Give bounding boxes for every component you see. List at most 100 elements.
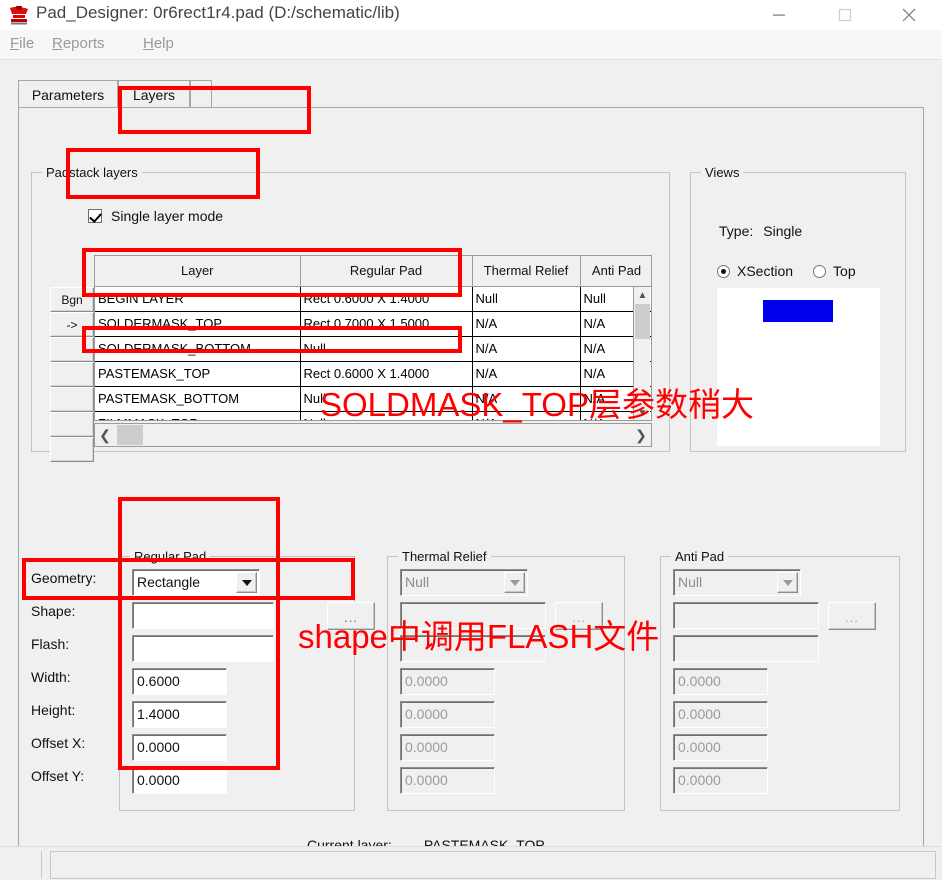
cell-thermal[interactable]: Null: [472, 286, 581, 312]
table-row[interactable]: BEGIN LAYER Rect 0.6000 X 1.4000 Null Nu…: [95, 286, 651, 312]
thermal-relief-shape-browse-label: ...: [572, 610, 586, 625]
table-row[interactable]: SOLDERMASK_TOP Rect 0.7000 X 1.5000 N/A …: [95, 311, 651, 337]
vertical-scroll-thumb[interactable]: [635, 304, 650, 339]
chevron-down-icon[interactable]: [504, 572, 525, 593]
thermal-relief-shape-browse-button[interactable]: ...: [555, 602, 603, 630]
table-row[interactable]: PASTEMASK_TOP Rect 0.6000 X 1.4000 N/A N…: [95, 361, 651, 387]
cell-layer[interactable]: PASTEMASK_TOP: [95, 361, 301, 387]
row-button-next[interactable]: ->: [50, 312, 94, 337]
scroll-down-icon[interactable]: ▼: [634, 405, 651, 420]
cell-layer[interactable]: SOLDERMASK_BOTTOM: [95, 336, 301, 362]
anti-pad-flash-input[interactable]: [673, 635, 819, 662]
cell-regular[interactable]: Rect 0.7000 X 1.5000: [300, 311, 473, 337]
scroll-up-icon[interactable]: ▲: [634, 287, 651, 303]
regular-pad-offset-x-input[interactable]: 0.0000: [132, 734, 227, 761]
regular-pad-group: Regular Pad Rectangle ... 0.6000 1.4000 …: [119, 549, 375, 811]
layers-grid[interactable]: Layer Regular Pad Thermal Relief Anti Pa…: [94, 255, 652, 421]
label-shape: Shape:: [31, 603, 76, 619]
thermal-relief-width-input[interactable]: 0.0000: [400, 668, 495, 695]
anti-pad-offset-x-input[interactable]: 0.0000: [673, 734, 768, 761]
anti-pad-offset-y-input[interactable]: 0.0000: [673, 767, 768, 794]
cell-thermal[interactable]: N/A: [472, 311, 581, 337]
thermal-relief-flash-input[interactable]: [400, 635, 546, 662]
thermal-relief-height-input[interactable]: 0.0000: [400, 701, 495, 728]
anti-pad-geometry-combo[interactable]: Null: [673, 569, 801, 596]
cell-layer[interactable]: SOLDERMASK_TOP: [95, 311, 301, 337]
radio-top[interactable]: [813, 264, 827, 278]
horizontal-scroll-thumb[interactable]: [117, 425, 143, 445]
regular-pad-flash-input[interactable]: [132, 635, 274, 662]
menu-item-help-rest: elp: [153, 35, 174, 52]
minimize-button[interactable]: [756, 0, 802, 30]
cell-regular[interactable]: Rect 0.6000 X 1.4000: [300, 361, 473, 387]
table-row[interactable]: SOLDERMASK_BOTTOM Null N/A N/A: [95, 336, 651, 362]
grid-horizontal-scrollbar[interactable]: ❮ ❯: [94, 423, 652, 447]
regular-pad-shape-browse-label: ...: [344, 610, 358, 625]
row-button-3[interactable]: [50, 337, 94, 362]
anti-pad-shape-browse-label: ...: [845, 610, 859, 625]
anti-pad-shape-input[interactable]: [673, 602, 819, 629]
regular-pad-shape-browse-button[interactable]: ...: [327, 602, 375, 630]
label-height: Height:: [31, 702, 76, 718]
cell-layer[interactable]: BEGIN LAYER: [95, 286, 301, 312]
close-button[interactable]: [886, 0, 932, 30]
scroll-left-icon[interactable]: ❮: [95, 424, 115, 446]
cell-layer[interactable]: FILMMASK_TOP: [95, 411, 301, 420]
pad-designer-window: Pad_Designer: 0r6rect1r4.pad (D:/schemat…: [0, 0, 942, 880]
cell-regular[interactable]: Null: [300, 411, 473, 420]
cell-layer[interactable]: PASTEMASK_BOTTOM: [95, 386, 301, 412]
row-button-5[interactable]: [50, 387, 94, 412]
views-radio-row: XSection Top: [717, 263, 856, 279]
thermal-relief-offset-x-input[interactable]: 0.0000: [400, 734, 495, 761]
anti-pad-width-input[interactable]: 0.0000: [673, 668, 768, 695]
column-header-thermal-relief[interactable]: Thermal Relief: [472, 256, 581, 287]
pad-preview: [717, 288, 880, 446]
thermal-relief-offset-y-input[interactable]: 0.0000: [400, 767, 495, 794]
cell-thermal[interactable]: N/A: [472, 386, 581, 412]
regular-pad-shape-input[interactable]: [132, 602, 274, 629]
menu-item-reports[interactable]: Reports: [52, 35, 105, 52]
column-header-layer[interactable]: Layer: [95, 256, 301, 287]
thermal-relief-shape-input[interactable]: [400, 602, 546, 629]
cell-thermal[interactable]: N/A: [472, 336, 581, 362]
anti-pad-shape-browse-button[interactable]: ...: [828, 602, 876, 630]
cell-regular[interactable]: Null: [300, 386, 473, 412]
table-row[interactable]: FILMMASK_TOP Null N/A N/A: [95, 411, 651, 420]
row-button-7[interactable]: [50, 437, 94, 462]
cell-thermal[interactable]: N/A: [472, 361, 581, 387]
cell-thermal[interactable]: N/A: [472, 411, 581, 420]
tab-filler: [190, 80, 212, 108]
table-row[interactable]: PASTEMASK_BOTTOM Null N/A N/A: [95, 386, 651, 412]
tab-parameters[interactable]: Parameters: [18, 80, 118, 108]
cell-regular[interactable]: Null: [300, 336, 473, 362]
menu-item-file[interactable]: File: [10, 35, 34, 52]
maximize-button[interactable]: [822, 0, 868, 30]
anti-pad-height-input[interactable]: 0.0000: [673, 701, 768, 728]
status-bar-left-cell: [0, 851, 42, 879]
chevron-down-icon[interactable]: [777, 572, 798, 593]
column-header-regular-pad[interactable]: Regular Pad: [300, 256, 473, 287]
single-layer-mode-checkbox[interactable]: [88, 209, 102, 223]
scroll-right-icon[interactable]: ❯: [631, 424, 651, 446]
views-type-value: Single: [763, 223, 803, 239]
grid-vertical-scrollbar[interactable]: ▲ ▼: [633, 287, 651, 420]
regular-pad-width-input[interactable]: 0.6000: [132, 668, 227, 695]
regular-pad-geometry-combo[interactable]: Rectangle: [132, 569, 260, 596]
menu-item-help[interactable]: Help: [143, 35, 174, 52]
radio-xsection[interactable]: [717, 264, 730, 278]
views-title: Views: [701, 165, 744, 180]
regular-pad-height-input[interactable]: 1.4000: [132, 701, 227, 728]
row-button-next-label: ->: [66, 317, 78, 332]
row-button-4[interactable]: [50, 362, 94, 387]
cell-regular[interactable]: Rect 0.6000 X 1.4000: [300, 286, 473, 312]
chevron-down-icon[interactable]: [236, 572, 257, 593]
row-button-6[interactable]: [50, 412, 94, 437]
thermal-relief-geometry-combo[interactable]: Null: [400, 569, 528, 596]
column-header-anti-pad[interactable]: Anti Pad: [580, 256, 651, 287]
single-layer-mode-row[interactable]: Single layer mode: [88, 208, 223, 224]
regular-pad-offset-y-input[interactable]: 0.0000: [132, 767, 227, 794]
radio-xsection-label: XSection: [737, 263, 794, 279]
tab-layers[interactable]: Layers: [118, 80, 190, 108]
row-button-bgn[interactable]: Bgn: [50, 287, 94, 312]
padstack-layers-title: Padstack layers: [42, 165, 142, 180]
